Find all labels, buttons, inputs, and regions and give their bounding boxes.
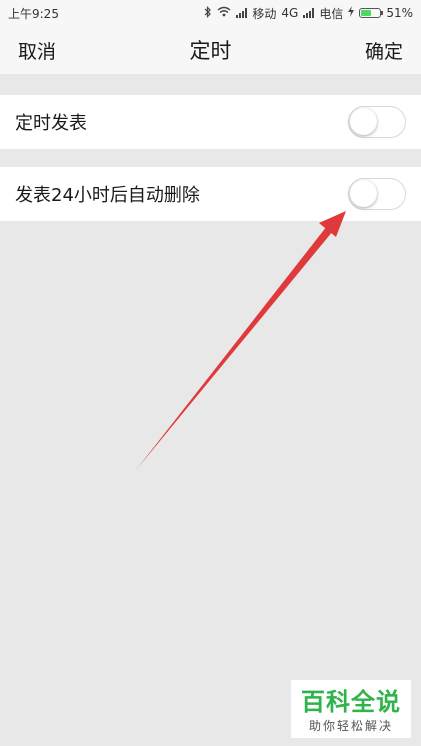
watermark-title: 百科全说 (301, 688, 401, 716)
watermark: 百科全说 助你轻松解决 (291, 680, 411, 738)
watermark-subtitle: 助你轻松解决 (308, 719, 393, 733)
arrow-shaft (136, 226, 333, 470)
annotation-arrow (136, 211, 346, 470)
